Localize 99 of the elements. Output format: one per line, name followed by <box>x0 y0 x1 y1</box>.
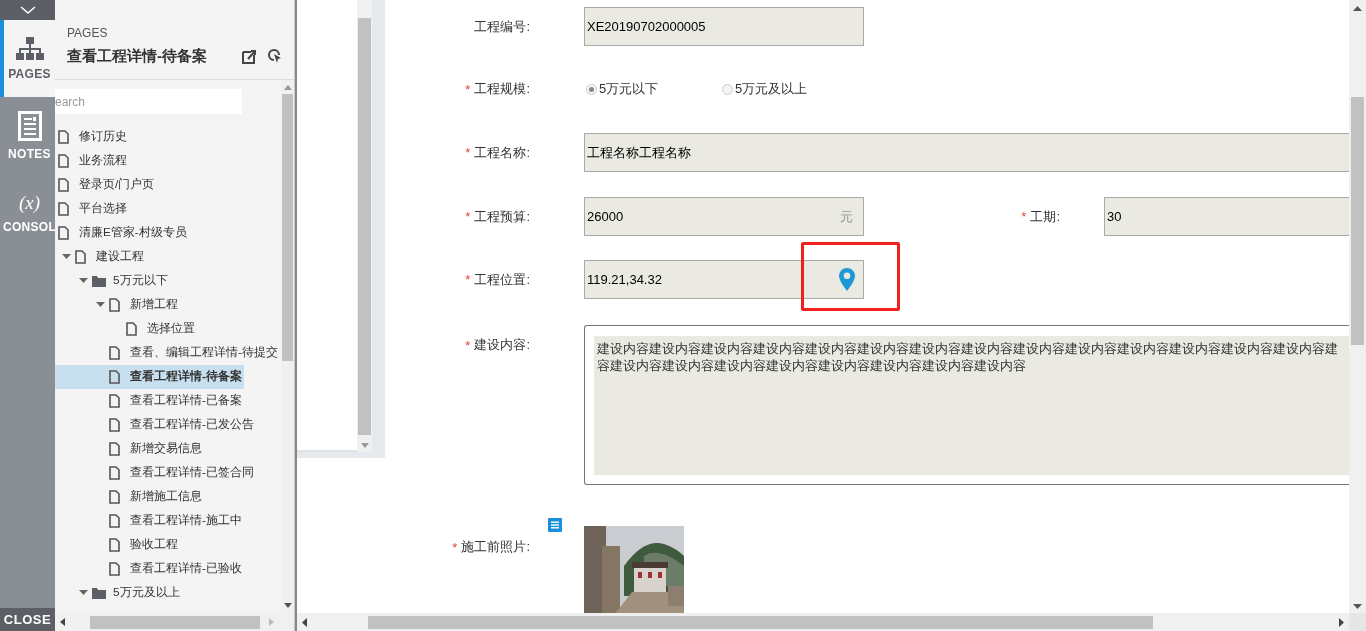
field-label: 工程规模: <box>474 80 530 98</box>
sidebar-tab[interactable]: PAGES <box>0 20 55 97</box>
page-icon <box>109 298 120 312</box>
field-label: 工程位置: <box>474 270 530 289</box>
tree-item[interactable]: 清廉E管家-村级专员 <box>55 221 189 245</box>
page-icon <box>109 370 120 384</box>
field-label: 施工前照片: <box>461 538 530 556</box>
arrow-down-icon[interactable] <box>283 603 292 608</box>
required-mark: * <box>465 337 471 353</box>
page-icon <box>109 538 120 552</box>
arrow-left-icon[interactable] <box>60 618 65 626</box>
option-label: 5万元及以上 <box>735 80 808 98</box>
variable-icon: (x) <box>18 191 41 214</box>
page-icon <box>109 514 120 528</box>
caret-down-icon[interactable] <box>96 302 105 308</box>
text-field[interactable]: 工程名称工程名称 <box>584 133 1349 172</box>
tree-item[interactable]: 业务流程 <box>55 149 129 173</box>
caret-down-icon[interactable] <box>62 254 71 260</box>
tree-item[interactable]: 5万元及以上 <box>55 581 182 605</box>
page-icon <box>58 202 69 216</box>
required-mark: * <box>465 209 471 224</box>
note-icon[interactable] <box>548 518 562 532</box>
page-title: 查看工程详情-待备案 <box>67 47 208 66</box>
tree-item[interactable]: 查看工程详情-已备案 <box>55 389 244 413</box>
field-label: 工程名称: <box>474 143 530 162</box>
tree-item[interactable]: 查看工程详情-施工中 <box>55 509 244 533</box>
page-icon <box>58 130 69 144</box>
tree-item[interactable]: 新增工程 <box>55 293 180 317</box>
scrollbar[interactable] <box>1349 0 1366 613</box>
field-label: 工程编号: <box>474 17 530 36</box>
folder-icon <box>92 587 106 599</box>
caret-down-icon[interactable] <box>79 278 88 284</box>
arrow-up-icon[interactable] <box>1353 6 1362 11</box>
scrollbar[interactable] <box>297 613 1349 631</box>
required-mark: * <box>452 539 458 555</box>
location-field[interactable]: 119.21,34.32 <box>584 260 864 299</box>
text-field[interactable]: 26000 元 <box>584 197 864 236</box>
arrow-right-icon[interactable] <box>1339 617 1344 627</box>
radio-button[interactable] <box>722 83 733 95</box>
tree-item[interactable]: 修订历史 <box>55 125 129 149</box>
text-line: 建设内容建设内容建设内容建设内容建设内容建设内容建设内容建设内容建设内容建设内容建设内容建设内容建设内容建设内容建 <box>597 340 1339 357</box>
page-icon <box>109 418 120 432</box>
text-field[interactable]: XE20190702000005 <box>584 7 864 46</box>
tree-item[interactable]: 登录页/门户页 <box>55 173 157 197</box>
caret-down-icon[interactable] <box>79 590 88 596</box>
tree-item[interactable]: 建设工程 <box>55 245 146 269</box>
tree-item[interactable]: 平台选择 <box>55 197 129 221</box>
document-icon <box>17 110 42 141</box>
text-field[interactable]: 30 <box>1104 197 1349 236</box>
text-area[interactable]: 建设内容建设内容建设内容建设内容建设内容建设内容建设内容建设内容建设内容建设内容建设内容建设内容建设内容建设内容建 容建设内容建设内容建设内容建设内容建设内容建设内容建设内容建设内容 <box>584 325 1349 485</box>
page-icon <box>126 322 137 336</box>
required-mark: * <box>465 145 471 160</box>
radio-button[interactable] <box>586 83 597 95</box>
tree-item[interactable]: 查看工程详情-已签合同 <box>55 461 256 485</box>
required-mark: * <box>1021 209 1027 224</box>
page-icon <box>75 250 86 264</box>
page-icon <box>109 490 120 504</box>
cursor-icon[interactable] <box>267 49 282 64</box>
option-label: 5万元以下 <box>599 80 659 98</box>
tree-item[interactable]: 查看工程详情-待备案 <box>55 365 244 389</box>
sitemap-icon <box>15 36 44 61</box>
close-button[interactable]: CLOSE <box>0 608 55 631</box>
tree-item[interactable]: 选择位置 <box>55 317 197 341</box>
radio-option[interactable]: 5万元以下 <box>584 80 720 98</box>
page-icon <box>109 466 120 480</box>
field-label: 工程预算: <box>474 207 530 226</box>
page-icon <box>109 346 120 360</box>
tree-item[interactable]: 验收工程 <box>55 533 180 557</box>
page-icon <box>109 394 120 408</box>
map-pin-icon[interactable] <box>839 268 855 291</box>
unit-label: 元 <box>840 207 853 226</box>
chevron-down-icon[interactable] <box>19 5 36 15</box>
scrollbar[interactable] <box>357 0 372 452</box>
required-mark: * <box>465 81 471 97</box>
tree-item[interactable]: 新增施工信息 <box>55 485 204 509</box>
text-line: 容建设内容建设内容建设内容建设内容建设内容建设内容建设内容建设内容 <box>597 357 1027 374</box>
scrollbar[interactable] <box>55 613 294 631</box>
field-label: 建设内容: <box>474 336 530 354</box>
radio-option[interactable]: 5万元及以上 <box>720 80 856 98</box>
tree-item[interactable]: 新增交易信息 <box>55 437 204 461</box>
pop-out-icon[interactable] <box>242 49 256 64</box>
page-icon <box>58 154 69 168</box>
arrow-down-icon[interactable] <box>1353 604 1362 609</box>
folder-icon <box>92 275 106 287</box>
page-icon <box>109 562 120 576</box>
arrow-left-icon[interactable] <box>302 617 307 627</box>
search-field[interactable]: earch <box>55 89 242 114</box>
panel-heading: PAGES <box>67 26 109 40</box>
page-icon <box>109 442 120 456</box>
scrollbar-corner <box>1349 613 1366 631</box>
required-mark: * <box>465 272 471 287</box>
scrollbar[interactable] <box>281 80 294 613</box>
page-icon <box>58 178 69 192</box>
field-label: 工期: <box>1030 207 1060 226</box>
tree-item[interactable]: 查看工程详情-已验收 <box>55 557 244 581</box>
tree-item[interactable]: 查看工程详情-已发公告 <box>55 413 256 437</box>
page-icon <box>58 226 69 240</box>
tree-item[interactable]: 查看、编辑工程详情-待提交 <box>55 341 280 365</box>
tree-item[interactable]: 5万元以下 <box>55 269 170 293</box>
